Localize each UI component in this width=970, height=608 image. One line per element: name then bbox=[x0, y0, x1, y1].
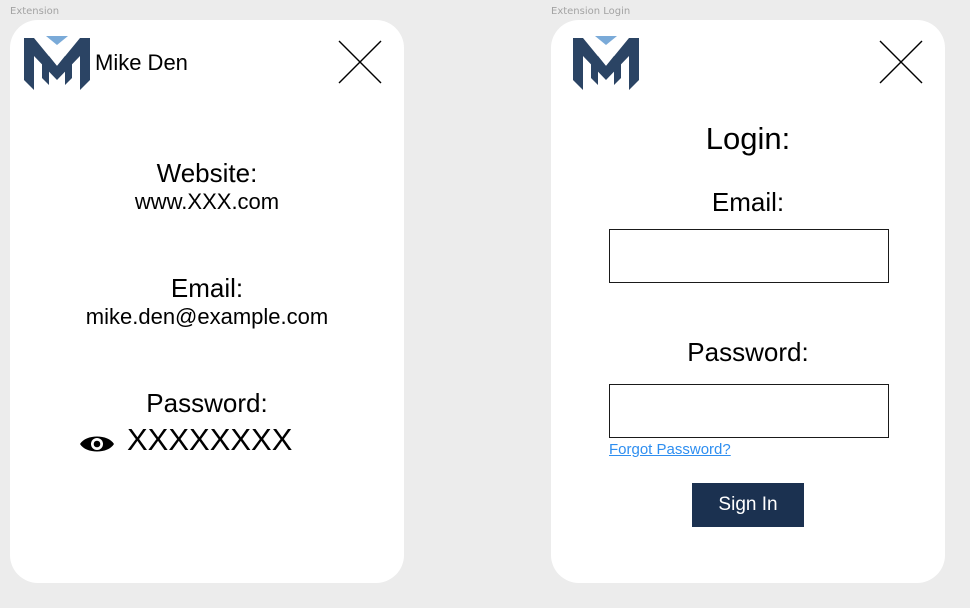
password-field[interactable] bbox=[609, 384, 889, 438]
frame-label-extension: Extension bbox=[10, 6, 60, 17]
password-label: Password: bbox=[146, 388, 268, 418]
close-icon[interactable] bbox=[338, 40, 382, 84]
eye-icon[interactable] bbox=[79, 432, 115, 456]
forgot-password-link[interactable]: Forgot Password? bbox=[609, 441, 731, 458]
logo-icon bbox=[573, 36, 639, 90]
email-label: Email: bbox=[711, 187, 785, 217]
login-card: Login: Email: Password: Forgot Password?… bbox=[551, 20, 945, 583]
extension-card: Mike Den Website: www.XXX.com Email: mik… bbox=[10, 20, 404, 583]
frame-label-extension-login: Extension Login bbox=[551, 6, 631, 17]
logo-icon bbox=[24, 36, 90, 90]
website-value: www.XXX.com bbox=[134, 189, 280, 214]
email-field[interactable] bbox=[609, 229, 889, 283]
email-value: mike.den@example.com bbox=[85, 304, 329, 329]
password-value: XXXXXXXX bbox=[127, 422, 293, 457]
password-label: Password: bbox=[687, 337, 809, 367]
email-label: Email: bbox=[170, 273, 244, 303]
close-icon[interactable] bbox=[879, 40, 923, 84]
sign-in-button[interactable]: Sign In bbox=[692, 483, 804, 527]
website-label: Website: bbox=[156, 158, 258, 188]
login-title: Login: bbox=[705, 121, 791, 156]
user-name: Mike Den bbox=[95, 50, 188, 75]
